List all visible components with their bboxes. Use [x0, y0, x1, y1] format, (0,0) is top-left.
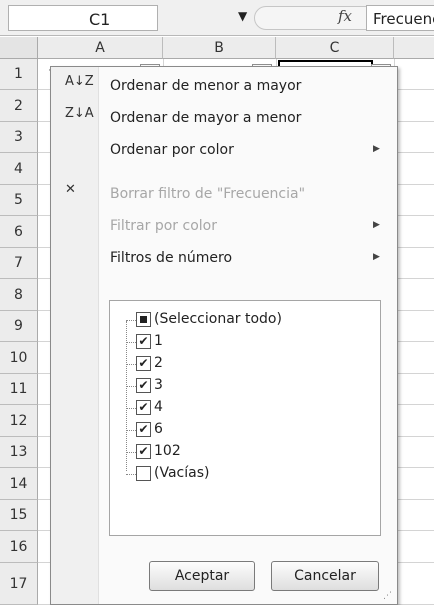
checkbox-partial-mark: [140, 316, 147, 323]
autofilter-menu: A↓Z Ordenar de menor a mayor Z↓A Ordenar de…: [50, 66, 398, 605]
formula-input[interactable]: Frecuencia: [366, 5, 434, 31]
clear-filter-icon: ✕: [65, 182, 76, 197]
ok-button[interactable]: Aceptar: [149, 561, 255, 591]
filter-value-label: 102: [154, 443, 181, 459]
row-header[interactable]: 9: [0, 311, 38, 342]
menu-item[interactable]: Ordenar por color ▶: [51, 135, 397, 167]
insert-function-icon[interactable]: fx: [338, 7, 352, 25]
filter-values-list[interactable]: (Seleccionar todo) ✔ 1 ✔ 2 ✔ 3 ✔ 4 ✔ 6 ✔ 102 (Vacías): [109, 300, 381, 536]
row-header[interactable]: 6: [0, 216, 38, 248]
checkbox[interactable]: ✔: [136, 334, 151, 349]
checkbox[interactable]: ✔: [136, 400, 151, 415]
row-header[interactable]: 15: [0, 500, 38, 531]
row-header[interactable]: 2: [0, 90, 38, 122]
menu-item-label: Ordenar de mayor a menor: [110, 110, 302, 126]
filter-value-label: 4: [154, 399, 163, 415]
row-header[interactable]: 16: [0, 531, 38, 563]
tree-connector: [126, 474, 136, 475]
checkbox[interactable]: [136, 466, 151, 481]
formula-bar: C1 ▼ fx Frecuencia: [0, 0, 434, 36]
menu-item-label: Ordenar de menor a mayor: [110, 78, 302, 94]
tree-connector: [126, 386, 136, 387]
filter-value-item[interactable]: (Seleccionar todo): [110, 309, 380, 331]
tree-connector: [126, 320, 136, 321]
menu-item: Filtrar por color ▶: [51, 211, 397, 243]
filter-value-label: (Seleccionar todo): [154, 311, 282, 327]
name-box-value: C1: [89, 10, 111, 29]
tree-connector: [126, 408, 136, 409]
sort-descending-icon: Z↓A: [65, 106, 94, 121]
row-header[interactable]: 12: [0, 405, 38, 437]
menu-item[interactable]: Z↓A Ordenar de mayor a menor: [51, 103, 397, 135]
submenu-arrow-icon: ▶: [373, 220, 380, 230]
row-header[interactable]: 13: [0, 437, 38, 468]
filter-value-label: 2: [154, 355, 163, 371]
filter-value-item[interactable]: ✔ 6: [110, 419, 380, 441]
menu-item: ✕ Borrar filtro de "Frecuencia": [51, 179, 397, 211]
name-box[interactable]: C1: [8, 5, 158, 31]
filter-value-item[interactable]: ✔ 4: [110, 397, 380, 419]
tree-connector: [126, 430, 136, 431]
resize-grip-icon[interactable]: ⋰: [383, 591, 392, 601]
row-header[interactable]: 3: [0, 122, 38, 153]
tree-connector: [126, 452, 136, 453]
filter-value-label: 3: [154, 377, 163, 393]
filter-value-item[interactable]: ✔ 102: [110, 441, 380, 463]
checkbox[interactable]: ✔: [136, 444, 151, 459]
menu-item-label: Filtrar por color: [110, 218, 217, 234]
cancel-button[interactable]: Cancelar: [271, 561, 379, 591]
sort-ascending-icon: A↓Z: [65, 74, 94, 89]
menu-item-label: Borrar filtro de "Frecuencia": [110, 186, 306, 202]
tree-connector: [126, 342, 136, 343]
row-header[interactable]: 14: [0, 468, 38, 500]
menu-item[interactable]: Filtros de número ▶: [51, 243, 397, 275]
checkbox[interactable]: ✔: [136, 378, 151, 393]
row-header[interactable]: 10: [0, 342, 38, 374]
filter-checkbox-list: (Seleccionar todo) ✔ 1 ✔ 2 ✔ 3 ✔ 4 ✔ 6 ✔ 102 (Vacías): [110, 301, 380, 501]
row-header[interactable]: 5: [0, 185, 38, 216]
menu-item[interactable]: A↓Z Ordenar de menor a mayor: [51, 71, 397, 103]
row-header[interactable]: 8: [0, 279, 38, 311]
filter-value-item[interactable]: (Vacías): [110, 463, 380, 485]
formula-text: Frecuencia: [373, 10, 434, 28]
checkbox[interactable]: ✔: [136, 422, 151, 437]
tree-connector: [126, 364, 136, 365]
row-header[interactable]: 17: [0, 563, 38, 605]
checkbox[interactable]: ✔: [136, 356, 151, 371]
filter-value-label: 1: [154, 333, 163, 349]
filter-value-label: 6: [154, 421, 163, 437]
filter-value-label: (Vacías): [154, 465, 210, 481]
filter-value-item[interactable]: ✔ 2: [110, 353, 380, 375]
menu-items: A↓Z Ordenar de menor a mayor Z↓A Ordenar de…: [51, 67, 397, 287]
filter-value-item[interactable]: ✔ 3: [110, 375, 380, 397]
submenu-arrow-icon: ▶: [373, 144, 380, 154]
row-header[interactable]: 4: [0, 153, 38, 185]
row-header[interactable]: 1: [0, 59, 38, 90]
menu-item-label: Ordenar por color: [110, 142, 234, 158]
filter-value-item[interactable]: ✔ 1: [110, 331, 380, 353]
row-header[interactable]: 7: [0, 248, 38, 279]
menu-item-label: Filtros de número: [110, 250, 233, 266]
checkbox[interactable]: [136, 312, 151, 327]
name-box-dropdown-icon[interactable]: ▼: [238, 9, 247, 23]
submenu-arrow-icon: ▶: [373, 252, 380, 262]
row-header[interactable]: 11: [0, 374, 38, 405]
